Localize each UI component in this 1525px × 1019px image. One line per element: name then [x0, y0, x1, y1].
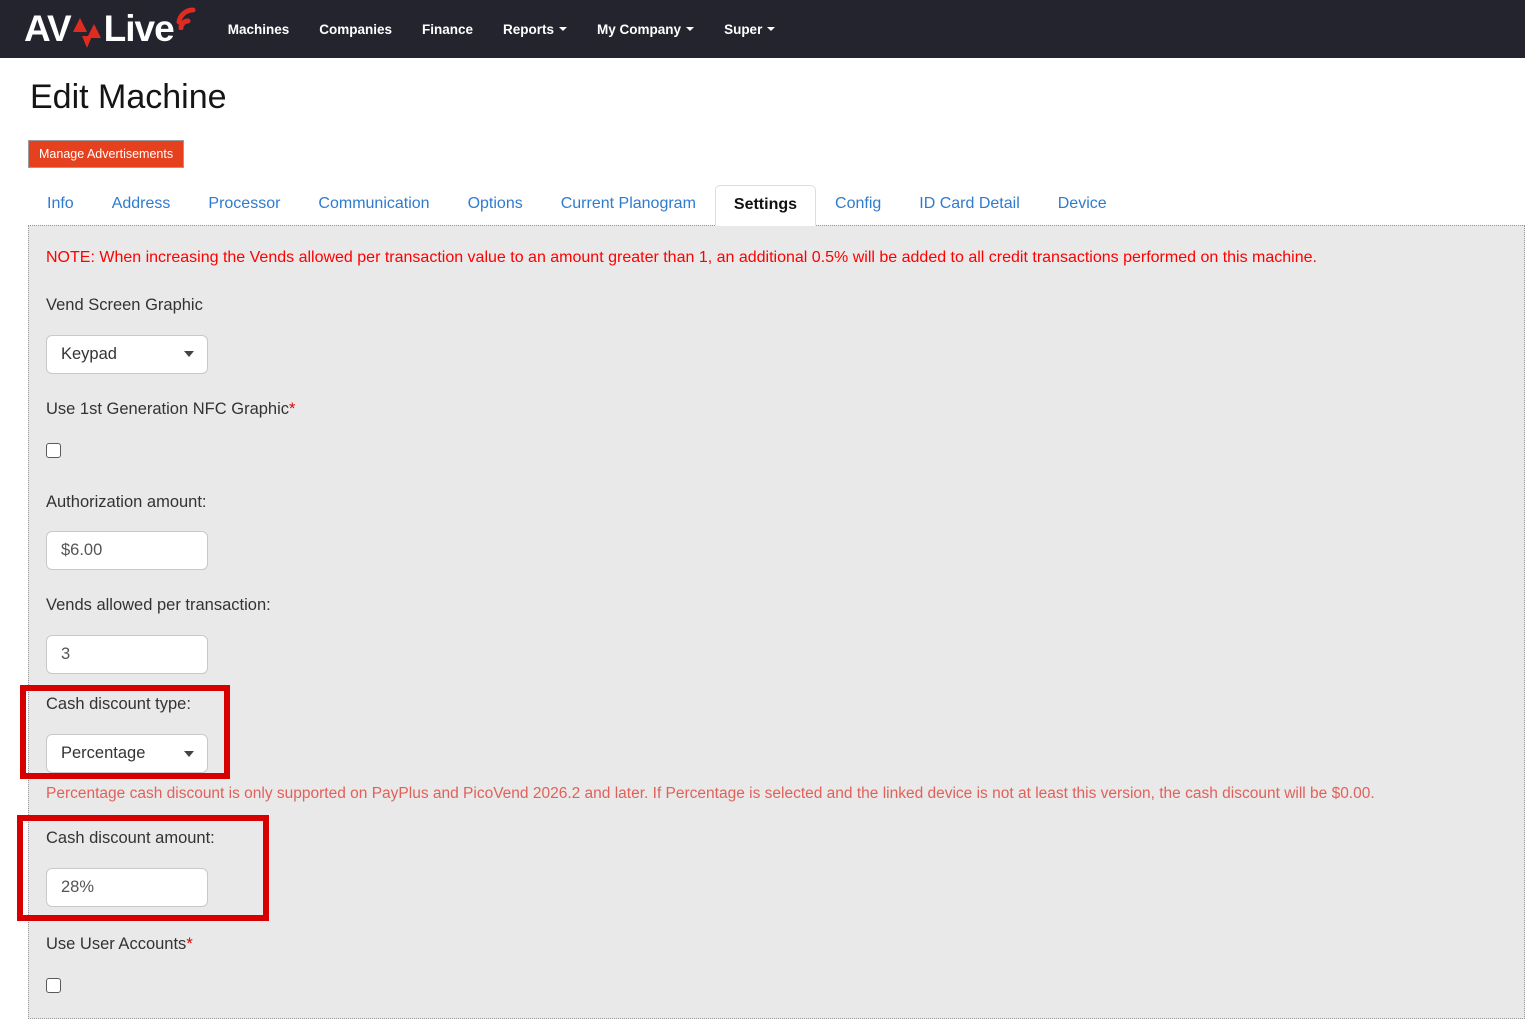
cash-discount-type-value: Percentage [61, 744, 146, 763]
chevron-down-icon [184, 351, 194, 358]
nav-item-reports[interactable]: Reports [488, 0, 582, 58]
use-user-accounts-label: Use User Accounts* [46, 934, 193, 953]
settings-tab-panel: NOTE: When increasing the Vends allowed … [17, 225, 1525, 1019]
nav-item-machines[interactable]: Machines [213, 0, 305, 58]
annotation-box-cash-discount-amount: Cash discount amount: [17, 815, 269, 921]
authorization-amount-label: Authorization amount: [46, 492, 207, 511]
avlive-logo[interactable]: AV Live [24, 4, 201, 54]
nav-item-companies[interactable]: Companies [304, 0, 407, 58]
chevron-down-icon [686, 27, 695, 31]
vends-allowed-input[interactable] [46, 635, 208, 675]
chevron-down-icon [559, 27, 568, 31]
cash-discount-type-select[interactable]: Percentage [46, 734, 208, 774]
use-user-accounts-checkbox[interactable] [46, 977, 61, 993]
manage-advertisements-button[interactable]: Manage Advertisements [28, 140, 185, 169]
vends-allowed-label: Vends allowed per transaction: [46, 596, 271, 615]
tab-config[interactable]: Config [816, 184, 900, 225]
top-navbar: AV Live Machines Companies Finance Repor… [0, 0, 1525, 58]
chevron-down-icon [184, 750, 194, 757]
vends-note-text: NOTE: When increasing the Vends allowed … [46, 249, 1317, 267]
logo-signal-icon [176, 7, 196, 30]
nav-item-super[interactable]: Super [709, 0, 790, 58]
vend-screen-graphic-value: Keypad [61, 344, 117, 363]
logo-text-live: Live [103, 8, 175, 49]
machine-tabs: Info Address Processor Communication Opt… [28, 184, 1525, 227]
tab-options[interactable]: Options [449, 184, 542, 225]
required-asterisk: * [289, 399, 296, 418]
vend-screen-graphic-label: Vend Screen Graphic [46, 295, 203, 314]
tab-settings[interactable]: Settings [714, 185, 817, 227]
chevron-down-icon [767, 27, 776, 31]
cash-discount-type-label: Cash discount type: [46, 695, 191, 714]
tab-communication[interactable]: Communication [299, 184, 448, 225]
cash-discount-helper-text: Percentage cash discount is only support… [46, 785, 1375, 803]
required-asterisk: * [186, 934, 193, 953]
tab-processor[interactable]: Processor [189, 184, 299, 225]
cash-discount-amount-label: Cash discount amount: [46, 829, 215, 848]
authorization-amount-input[interactable] [46, 531, 208, 571]
nav-item-finance[interactable]: Finance [407, 0, 488, 58]
cash-discount-amount-input[interactable] [46, 867, 208, 907]
tab-id-card-detail[interactable]: ID Card Detail [900, 184, 1038, 225]
tab-device[interactable]: Device [1039, 184, 1126, 225]
navbar-menu: Machines Companies Finance Reports My Co… [213, 0, 791, 58]
page-title: Edit Machine [30, 78, 227, 116]
nfc-graphic-checkbox[interactable] [46, 442, 61, 458]
tab-address[interactable]: Address [93, 184, 190, 225]
nfc-graphic-label: Use 1st Generation NFC Graphic* [46, 399, 296, 418]
tab-current-planogram[interactable]: Current Planogram [542, 184, 715, 225]
nav-item-my-company[interactable]: My Company [582, 0, 709, 58]
tab-info[interactable]: Info [28, 184, 93, 225]
logo-red-mark-icon [72, 18, 101, 48]
annotation-box-cash-discount-type: Cash discount type: Percentage [20, 685, 230, 780]
vend-screen-graphic-select[interactable]: Keypad [46, 334, 208, 374]
logo-text-av: AV [24, 8, 72, 49]
